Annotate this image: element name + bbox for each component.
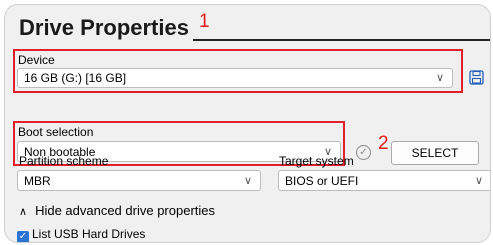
list-usb-hard-drives-option[interactable]: ✓ List USB Hard Drives [17,227,146,242]
device-dropdown[interactable]: 16 GB (G:) [16 GB] ∨ [17,68,453,88]
annotation-number-1: 1 [199,11,210,32]
hide-advanced-toggle[interactable]: ∧ Hide advanced drive properties [19,203,215,218]
target-system-label: Target system [279,154,354,168]
partition-scheme-value: MBR [24,173,51,188]
target-system-value: BIOS or UEFI [285,173,359,188]
title-divider [193,39,490,41]
list-usb-checkbox[interactable]: ✓ [17,231,29,242]
chevron-down-icon: ∨ [243,174,252,187]
select-button[interactable]: SELECT [391,141,479,165]
hide-advanced-label: Hide advanced drive properties [35,203,215,218]
chevron-down-icon: ∨ [435,71,444,84]
checkmark-circle-icon[interactable]: ✓ [356,145,371,160]
partition-scheme-label: Partition scheme [19,154,109,168]
boot-selection-label: Boot selection [18,125,94,139]
floppy-disk-icon[interactable] [469,70,484,85]
target-system-dropdown[interactable]: BIOS or UEFI ∨ [278,170,490,191]
device-dropdown-value: 16 GB (G:) [16 GB] [24,71,127,85]
drive-properties-panel: Drive Properties 1 Device 16 GB (G:) [16… [4,4,491,243]
section-title: Drive Properties [19,15,189,40]
chevron-up-icon: ∧ [19,206,28,218]
device-label: Device [18,53,55,67]
list-usb-label: List USB Hard Drives [32,227,146,241]
partition-scheme-dropdown[interactable]: MBR ∨ [17,170,261,191]
chevron-down-icon: ∨ [474,174,483,187]
annotation-number-2: 2 [378,133,389,154]
